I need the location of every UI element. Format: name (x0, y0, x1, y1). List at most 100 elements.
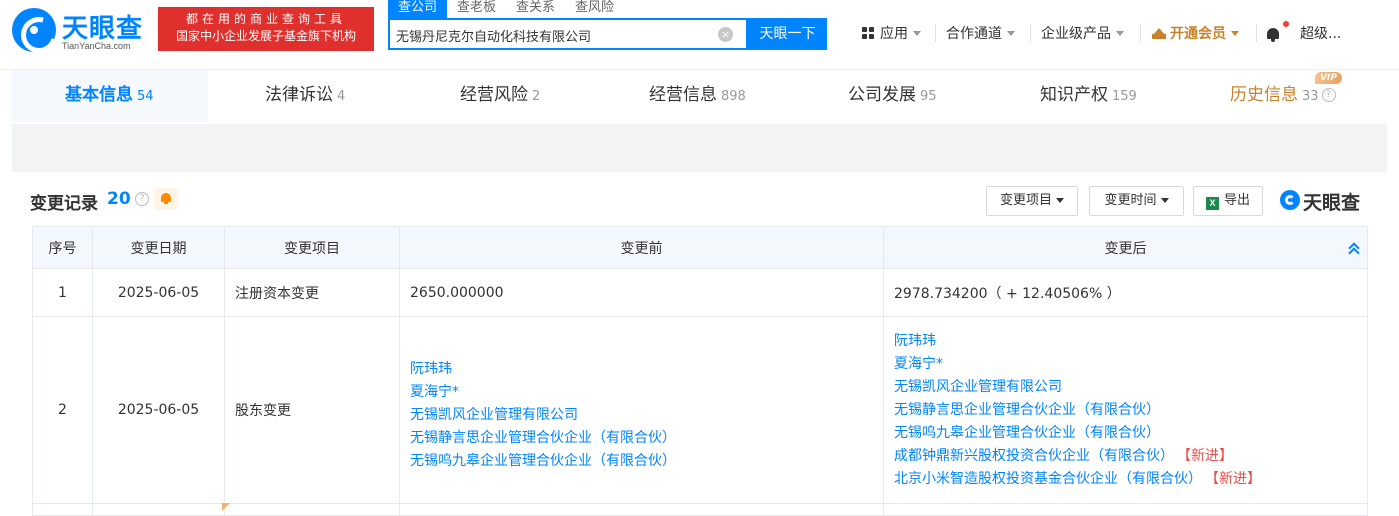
cell-date: 2025-06-05 (92, 316, 225, 504)
search-tab-risk[interactable]: 查风险 (565, 0, 624, 18)
help-icon[interactable]: ? (1321, 88, 1336, 102)
shareholder-link[interactable]: 夏海宁* (410, 381, 883, 404)
promo-line-2: 国家中小企业发展子基金旗下机构 (175, 29, 356, 43)
promo-banner[interactable]: 都在用的商业查询工具 国家中小企业发展子基金旗下机构 (158, 7, 374, 51)
logo-eye-icon (1280, 190, 1300, 210)
cell-no: 1 (32, 268, 93, 317)
chevron-down-icon (1116, 30, 1124, 36)
chevron-down-icon (1007, 30, 1015, 36)
bell-icon[interactable] (1266, 26, 1280, 42)
collapse-up-icon[interactable] (1349, 243, 1359, 253)
section-count: 20 (107, 189, 131, 209)
search-tab-relation[interactable]: 查关系 (506, 0, 565, 18)
shareholder-link-new[interactable]: 成都钟鼎新兴股权投资合伙企业（有限合伙） 【新进】 (894, 445, 1367, 468)
tab-label: 公司发展 (848, 85, 916, 105)
shareholder-link-new[interactable]: 北京小米智造股权投资基金合伙企业（有限合伙） 【新进】 (894, 468, 1367, 491)
filter-change-time-button[interactable]: 变更时间 (1089, 186, 1184, 216)
shareholder-link[interactable]: 夏海宁* (894, 353, 1367, 376)
tab-basic-info[interactable]: 基本信息 54 (12, 70, 208, 122)
shareholder-name: 成都钟鼎新兴股权投资合伙企业（有限合伙） (894, 447, 1174, 464)
new-tag: 【新进】 (1212, 470, 1261, 487)
help-icon[interactable]: ? (135, 192, 149, 206)
watermark-text: 天眼查 (1303, 192, 1361, 214)
tab-risk[interactable]: 经营风险 2 (460, 70, 540, 122)
promo-line-1: 都在用的商业查询工具 (185, 12, 346, 26)
search-type-tabs: 查公司 查老板 查关系 查风险 (388, 0, 624, 18)
cell-before: 2650.000000 (399, 268, 884, 317)
shareholder-link[interactable]: 无锡凯风企业管理有限公司 (894, 376, 1367, 399)
monitor-bell-icon[interactable] (154, 188, 178, 210)
filter-change-item-button[interactable]: 变更项目 (986, 186, 1078, 216)
section-gap (12, 124, 1387, 172)
filter-label: 变更时间 (1104, 193, 1157, 208)
header-no: 序号 (32, 226, 93, 269)
header-after-label: 变更后 (1104, 240, 1147, 257)
cell-after: 2978.734200（ + 12.40506% ） (883, 268, 1368, 317)
tab-count: 54 (137, 89, 154, 104)
tab-count: 2 (532, 89, 541, 104)
site-logo[interactable]: 天眼查 TianYanCha.com (12, 6, 152, 56)
nav-divider (1256, 24, 1257, 42)
tab-count: 4 (337, 89, 346, 104)
caret-down-icon (1056, 198, 1064, 203)
shareholder-link[interactable]: 无锡呜九皋企业管理合伙企业（有限合伙） (894, 422, 1367, 445)
shareholder-link[interactable]: 无锡静言思企业管理合伙企业（有限合伙） (894, 399, 1367, 422)
shareholder-link[interactable]: 阮玮玮 (410, 358, 883, 381)
cell-empty (32, 503, 93, 516)
tab-label: 经营风险 (460, 85, 528, 105)
nav-apps[interactable]: 应用 (862, 22, 921, 44)
shareholder-link[interactable]: 无锡凯风企业管理有限公司 (410, 404, 883, 427)
tab-history[interactable]: VIP 历史信息 33? (1230, 70, 1350, 122)
crown-icon (1152, 27, 1166, 39)
tab-count: 95 (920, 89, 937, 104)
module-tabs: 基本信息 54 法律诉讼 4 经营风险 2 经营信息 898 公司发展 95 知识产权 15… (12, 70, 1387, 124)
table-row: 2 2025-06-05 股东变更 阮玮玮 夏海宁* 无锡凯风企业管理有限公司 … (32, 316, 1368, 504)
search-box: × (388, 18, 748, 50)
search-tab-boss[interactable]: 查老板 (447, 0, 506, 18)
nav-enterprise[interactable]: 企业级产品 (1041, 22, 1124, 44)
tab-label: 基本信息 (65, 85, 133, 105)
search-button[interactable]: 天眼一下 (748, 18, 827, 50)
chevron-down-icon (1231, 30, 1239, 36)
table-row: 1 2025-06-05 注册资本变更 2650.000000 2978.734… (32, 268, 1368, 317)
cell-no: 2 (32, 316, 93, 504)
search-input[interactable] (396, 25, 706, 45)
top-header: 天眼查 TianYanCha.com 都在用的商业查询工具 国家中小企业发展子基… (0, 0, 1399, 70)
change-records-section: 变更记录 20 ? 变更项目 变更时间 X 导出 天眼查 序号 变更日期 变更项目… (12, 172, 1387, 516)
cell-after: 阮玮玮 夏海宁* 无锡凯风企业管理有限公司 无锡静言思企业管理合伙企业（有限合伙… (883, 316, 1368, 504)
nav-vip[interactable]: 开通会员 (1152, 22, 1239, 44)
nav-divider (1030, 24, 1031, 42)
header-item: 变更项目 (224, 226, 400, 269)
logo-eye-icon (12, 8, 56, 52)
cell-before: 阮玮玮 夏海宁* 无锡凯风企业管理有限公司 无锡静言思企业管理合伙企业（有限合伙… (399, 316, 884, 504)
nav-partner[interactable]: 合作通道 (946, 22, 1015, 44)
chevron-down-icon (913, 30, 921, 36)
header-after: 变更后 (883, 226, 1368, 269)
nav-partner-label: 合作通道 (946, 26, 1002, 42)
tab-label: 历史信息 (1230, 85, 1298, 105)
tab-count: 898 (721, 89, 746, 104)
change-records-table: 序号 变更日期 变更项目 变更前 变更后 1 2025-06-05 注册资本变更… (32, 226, 1368, 516)
new-tag: 【新进】 (1184, 447, 1233, 464)
clear-search-icon[interactable]: × (718, 27, 733, 42)
tab-label: 经营信息 (649, 85, 717, 105)
apps-grid-icon (862, 26, 875, 40)
export-button[interactable]: X 导出 (1193, 186, 1263, 216)
section-title: 变更记录 (30, 194, 98, 214)
header-before: 变更前 (399, 226, 884, 269)
nav-enterprise-label: 企业级产品 (1041, 26, 1111, 42)
nav-divider (1140, 24, 1141, 42)
nav-user[interactable]: 超级... (1300, 22, 1341, 44)
tab-operations[interactable]: 经营信息 898 (649, 70, 746, 122)
excel-icon: X (1205, 197, 1219, 210)
tab-ip[interactable]: 知识产权 159 (1040, 70, 1137, 122)
tab-development[interactable]: 公司发展 95 (848, 70, 937, 122)
tab-label: 法律诉讼 (265, 85, 333, 105)
cell-empty (224, 503, 400, 516)
shareholder-link[interactable]: 无锡呜九皋企业管理合伙企业（有限合伙） (410, 450, 883, 473)
tab-legal[interactable]: 法律诉讼 4 (265, 70, 345, 122)
search-tab-company[interactable]: 查公司 (388, 0, 448, 18)
cell-empty (883, 503, 1368, 516)
shareholder-link[interactable]: 阮玮玮 (894, 330, 1367, 353)
shareholder-link[interactable]: 无锡静言思企业管理合伙企业（有限合伙） (410, 427, 883, 450)
